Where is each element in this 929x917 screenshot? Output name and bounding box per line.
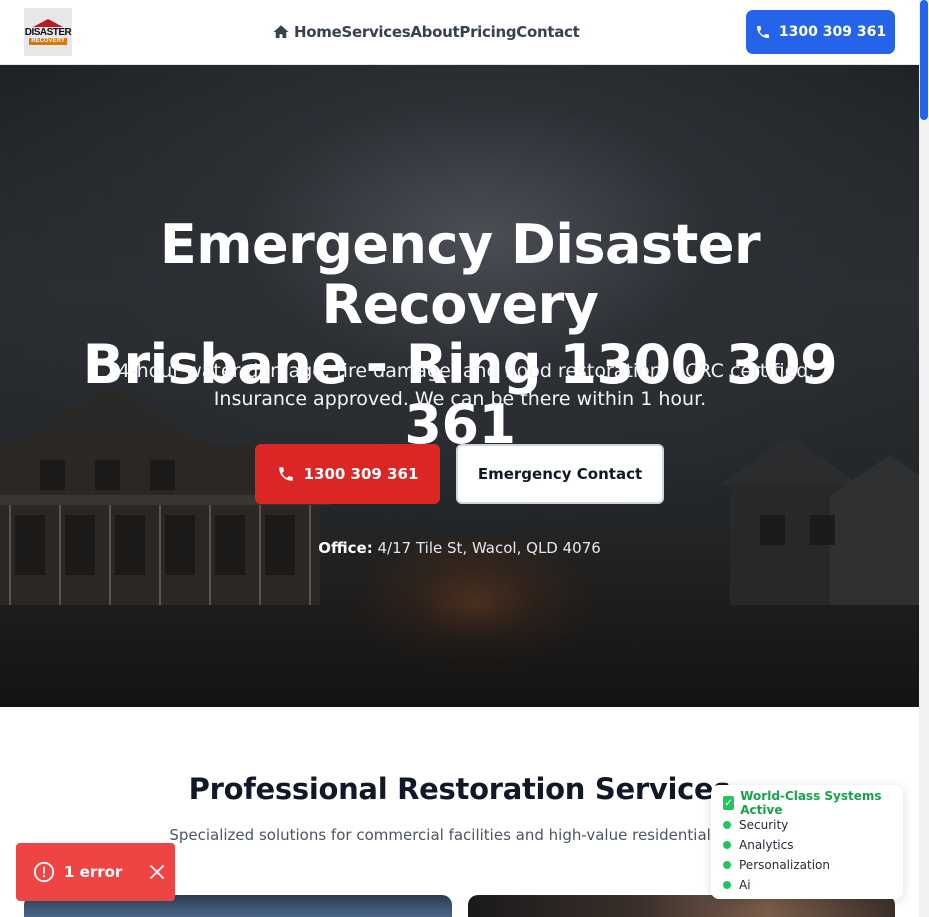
check-icon: ✓ (723, 796, 735, 810)
systems-status-widget: ✓ World-Class Systems Active Security An… (711, 785, 903, 899)
status-dot-icon (723, 881, 731, 889)
status-item: Ai (723, 875, 891, 895)
status-title: World-Class Systems Active (740, 789, 882, 817)
hero-subtitle-line2: Insurance approved. We can be there with… (213, 388, 707, 410)
home-icon (273, 25, 289, 38)
page: DISASTER RECOVERY Home Services About Pr… (0, 0, 919, 917)
office-address: Office: 4/17 Tile St, Wacol, QLD 4076 (0, 539, 919, 557)
error-toast[interactable]: 1 error (16, 843, 175, 901)
status-item: Security (723, 815, 891, 835)
nav-home[interactable]: Home (294, 23, 342, 41)
phone-icon (278, 467, 293, 481)
hero-subtitle: 24-hour water damage, fire damage, and f… (100, 357, 820, 413)
status-dot-icon (723, 861, 731, 869)
status-item-label: Security (739, 818, 789, 832)
logo-text-bottom: RECOVERY (29, 38, 67, 45)
status-item-label: Ai (739, 878, 751, 892)
hero-title-line1: Emergency Disaster Recovery (159, 213, 761, 336)
logo-text-top: DISASTER (24, 27, 72, 38)
status-dot-icon (723, 841, 731, 849)
emergency-contact-label: Emergency Contact (477, 465, 643, 483)
status-item-label: Personalization (739, 858, 830, 872)
office-label: Office: (318, 539, 373, 557)
main-nav: Home Services About Pricing Contact (272, 22, 580, 42)
status-item: Personalization (723, 855, 891, 875)
close-icon[interactable] (149, 864, 165, 880)
nav-pricing[interactable]: Pricing (459, 23, 516, 41)
status-item: Analytics (723, 835, 891, 855)
hero-title: Emergency Disaster Recovery Brisbane - R… (20, 215, 900, 455)
alert-circle-icon (33, 861, 55, 883)
office-address-text: 4/17 Tile St, Wacol, QLD 4076 (377, 539, 601, 557)
error-toast-label: 1 error (64, 863, 123, 881)
header-call-button[interactable]: 1300 309 361 (746, 10, 895, 54)
hero-section: Emergency Disaster Recovery Brisbane - R… (0, 65, 919, 707)
status-dot-icon (723, 821, 731, 829)
nav-about[interactable]: About (410, 23, 459, 41)
nav-services[interactable]: Services (341, 23, 410, 41)
scrollbar-thumb[interactable] (920, 0, 928, 120)
roof-icon (33, 19, 63, 27)
hero-call-label: 1300 309 361 (303, 465, 419, 483)
status-item-label: Analytics (739, 838, 794, 852)
phone-icon (756, 26, 769, 38)
emergency-contact-button[interactable]: Emergency Contact (456, 444, 664, 504)
nav-contact[interactable]: Contact (516, 23, 580, 41)
hero-call-button[interactable]: 1300 309 361 (255, 444, 440, 504)
header-call-label: 1300 309 361 (778, 24, 887, 40)
logo[interactable]: DISASTER RECOVERY (24, 8, 72, 56)
status-header: ✓ World-Class Systems Active (723, 789, 891, 817)
site-header: DISASTER RECOVERY Home Services About Pr… (0, 0, 919, 65)
scrollbar[interactable] (919, 0, 929, 917)
hero-subtitle-line1: 24-hour water damage, fire damage, and f… (105, 360, 815, 382)
